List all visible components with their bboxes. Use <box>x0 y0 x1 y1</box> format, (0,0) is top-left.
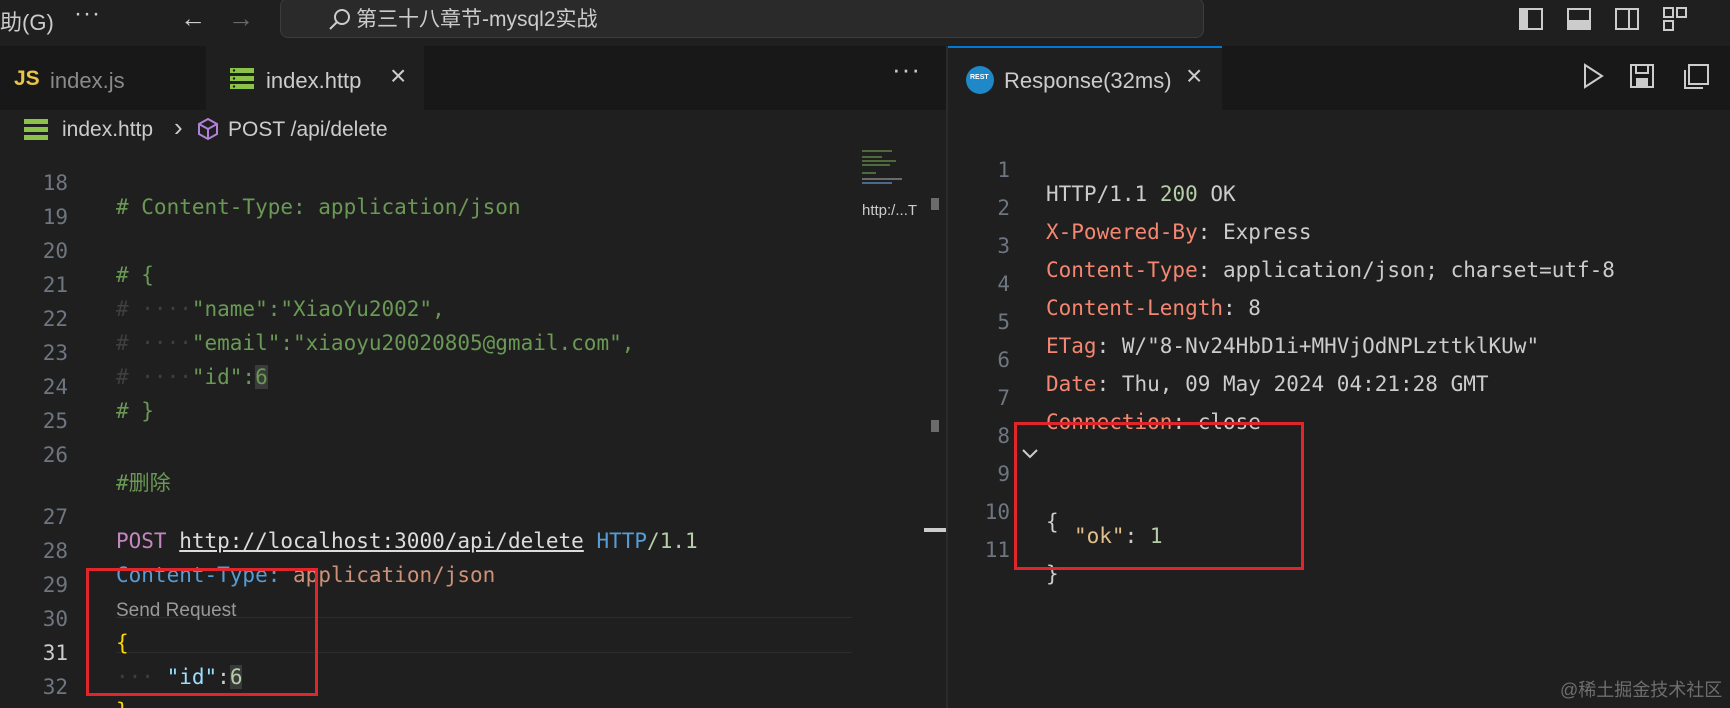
editor-tab-bar-left: JS index.js index.http × ··· <box>0 46 946 111</box>
minimap-label: http:/...T <box>862 202 918 219</box>
javascript-file-icon: JS <box>14 67 40 90</box>
code-line: 18 # Content-Type: application/json <box>0 150 860 219</box>
http-file-icon <box>24 119 48 140</box>
toggle-primary-sidebar-icon[interactable] <box>1518 6 1544 32</box>
response-line: 1 HTTP/1.1 200 OK <box>948 134 1730 206</box>
response-line: 6 Date: Thu, 09 May 2024 04:21:28 GMT <box>948 324 1730 396</box>
code-line: 25 <box>0 385 860 433</box>
scrollbar-marker <box>931 198 939 210</box>
code-editor[interactable]: 18 # Content-Type: application/json 19 2… <box>0 150 946 708</box>
highlight-box <box>86 568 318 696</box>
code-line: 28 Content-Type: application/json <box>0 515 860 587</box>
save-all-icon[interactable] <box>1682 62 1710 90</box>
cube-icon <box>198 117 218 141</box>
close-icon[interactable]: × <box>1186 60 1202 92</box>
breadcrumb-request[interactable]: POST /api/delete <box>228 118 388 142</box>
run-icon[interactable] <box>1580 62 1606 90</box>
code-line: 23 # ····"id":6 <box>0 317 860 389</box>
response-line: 4 Content-Length: 8 <box>948 248 1730 320</box>
scrollbar-thumb[interactable] <box>924 528 946 532</box>
code-line: 21 # ····"name":"XiaoYu2002", <box>0 249 860 321</box>
search-icon <box>329 9 350 30</box>
line-number: 11 <box>984 538 1010 562</box>
http-file-icon <box>230 68 254 89</box>
response-line: 7 Connection: close <box>948 362 1730 434</box>
tab-index-http[interactable]: index.http × <box>206 46 424 110</box>
tab-label: index.js <box>50 68 125 93</box>
more-menu-button[interactable]: ··· <box>74 0 101 28</box>
highlight-box <box>1014 422 1304 570</box>
scrollbar-marker <box>931 420 939 432</box>
menu-help[interactable]: 助(G) <box>0 5 54 37</box>
tab-label: index.http <box>266 68 362 93</box>
line-number: 26 <box>42 443 68 467</box>
editor-tab-bar-right: REST Response(32ms) × <box>948 46 1730 111</box>
tab-response[interactable]: REST Response(32ms) × <box>948 46 1222 110</box>
tab-index-js[interactable]: JS index.js <box>0 46 206 110</box>
code-line: 22 # ····"email":"xiaoyu20020805@gmail.c… <box>0 283 860 355</box>
toggle-panel-icon[interactable] <box>1566 6 1592 32</box>
watermark: @稀土掘金技术社区 <box>1560 680 1723 700</box>
breadcrumb-file[interactable]: index.http <box>62 118 153 142</box>
response-line: 5 ETag: W/"8-Nv24HbD1i+MHVjOdNPLzttklKUw… <box>948 286 1730 358</box>
code-line: 20 # { <box>0 215 860 287</box>
tab-label: Response(32ms) <box>1004 68 1172 93</box>
close-icon[interactable]: × <box>390 60 406 92</box>
code-line: 27 POST http://localhost:3000/api/delete… <box>0 481 860 553</box>
workspace-title: 第三十八章节-mysql2实战 <box>356 8 598 31</box>
breadcrumb: index.http › POST /api/delete <box>0 110 946 150</box>
customize-layout-icon[interactable] <box>1662 6 1688 32</box>
toggle-secondary-sidebar-icon[interactable] <box>1614 6 1640 32</box>
save-icon[interactable] <box>1628 62 1656 90</box>
chevron-right-icon: › <box>174 112 183 142</box>
code-line: 24 # } <box>0 351 860 423</box>
forward-arrow-icon[interactable]: → <box>228 3 254 34</box>
back-arrow-icon[interactable]: ← <box>180 3 206 34</box>
json-brace: } <box>116 699 129 708</box>
line-number: 32 <box>42 675 68 699</box>
response-line: 2 X-Powered-By: Express <box>948 172 1730 244</box>
code-line: 19 <box>0 181 860 229</box>
editor-actions-more-button[interactable]: ··· <box>892 54 921 85</box>
minimap[interactable] <box>860 150 932 708</box>
response-line: 3 Content-Type: application/json; charse… <box>948 210 1730 282</box>
code-line: 26 #删除 <box>0 419 860 495</box>
response-viewer[interactable]: 1 HTTP/1.1 200 OK 2 X-Powered-By: Expres… <box>948 110 1730 708</box>
title-bar: 助(G) ··· ← → 第三十八章节-mysql2实战 <box>0 0 1730 47</box>
rest-client-icon: REST <box>966 66 994 94</box>
